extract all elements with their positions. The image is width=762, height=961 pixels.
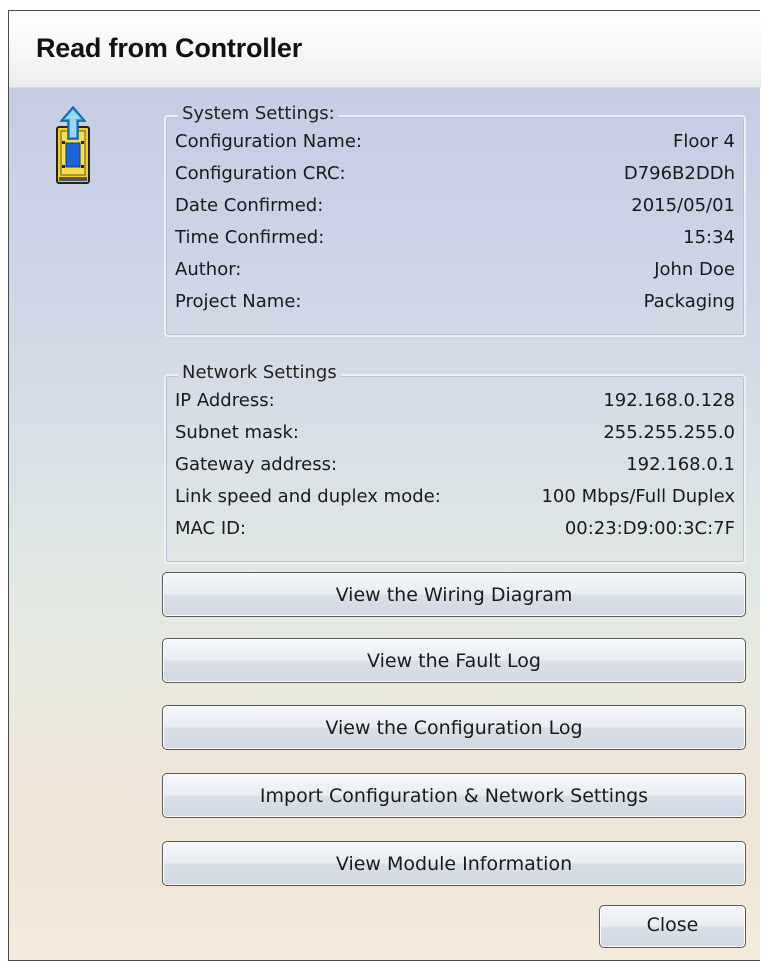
dialog-title-bar: Read from Controller [9, 11, 761, 88]
network-settings-group: Network Settings IP Address: 192.168.0.1… [164, 362, 746, 564]
read-from-controller-dialog: Read from Controller System Settings: Co… [8, 10, 761, 961]
mac-id-label: MAC ID: [175, 518, 247, 539]
config-name-label: Configuration Name: [175, 131, 362, 152]
mac-id-value: 00:23:D9:00:3C:7F [564, 518, 735, 539]
mac-id-row: MAC ID: 00:23:D9:00:3C:7F [175, 518, 735, 544]
link-speed-row: Link speed and duplex mode: 100 Mbps/Ful… [175, 486, 735, 512]
date-confirmed-value: 2015/05/01 [631, 195, 735, 216]
time-confirmed-value: 15:34 [683, 227, 735, 248]
author-label: Author: [175, 259, 242, 280]
close-button-label: Close [646, 914, 699, 936]
controller-upload-icon [56, 105, 90, 184]
date-confirmed-row: Date Confirmed: 2015/05/01 [175, 195, 735, 221]
gateway-address-value: 192.168.0.1 [626, 454, 735, 475]
gateway-address-label: Gateway address: [175, 454, 338, 475]
import-configuration-button[interactable]: Import Configuration & Network Settings [162, 773, 746, 818]
ip-address-row: IP Address: 192.168.0.128 [175, 390, 735, 416]
link-speed-value: 100 Mbps/Full Duplex [541, 486, 735, 507]
view-module-information-button[interactable]: View Module Information [162, 841, 746, 886]
project-name-label: Project Name: [175, 291, 302, 312]
view-fault-log-button[interactable]: View the Fault Log [162, 638, 746, 683]
config-crc-row: Configuration CRC: D796B2DDh [175, 163, 735, 189]
config-crc-value: D796B2DDh [623, 163, 735, 184]
time-confirmed-label: Time Confirmed: [175, 227, 325, 248]
subnet-mask-row: Subnet mask: 255.255.255.0 [175, 422, 735, 448]
import-configuration-label: Import Configuration & Network Settings [259, 785, 649, 807]
link-speed-label: Link speed and duplex mode: [175, 486, 441, 507]
ip-address-label: IP Address: [175, 390, 275, 411]
subnet-mask-value: 255.255.255.0 [603, 422, 735, 443]
subnet-mask-label: Subnet mask: [175, 422, 299, 443]
dialog-title: Read from Controller [36, 33, 303, 63]
project-name-row: Project Name: Packaging [175, 291, 735, 317]
author-row: Author: John Doe [175, 259, 735, 285]
system-settings-group: System Settings: Configuration Name: Flo… [164, 103, 746, 337]
network-settings-legend: Network Settings [178, 362, 341, 383]
close-button[interactable]: Close [599, 905, 746, 948]
time-confirmed-row: Time Confirmed: 15:34 [175, 227, 735, 253]
author-value: John Doe [654, 259, 735, 280]
view-configuration-log-label: View the Configuration Log [325, 717, 583, 739]
ip-address-value: 192.168.0.128 [603, 390, 735, 411]
gateway-address-row: Gateway address: 192.168.0.1 [175, 454, 735, 480]
config-name-row: Configuration Name: Floor 4 [175, 131, 735, 157]
view-configuration-log-button[interactable]: View the Configuration Log [162, 705, 746, 750]
system-settings-legend: System Settings: [178, 103, 339, 124]
project-name-value: Packaging [643, 291, 735, 312]
view-wiring-diagram-label: View the Wiring Diagram [335, 584, 573, 606]
config-crc-label: Configuration CRC: [175, 163, 346, 184]
view-wiring-diagram-button[interactable]: View the Wiring Diagram [162, 572, 746, 617]
view-module-information-label: View Module Information [335, 853, 573, 875]
view-fault-log-label: View the Fault Log [367, 650, 541, 672]
config-name-value: Floor 4 [673, 131, 735, 152]
date-confirmed-label: Date Confirmed: [175, 195, 324, 216]
